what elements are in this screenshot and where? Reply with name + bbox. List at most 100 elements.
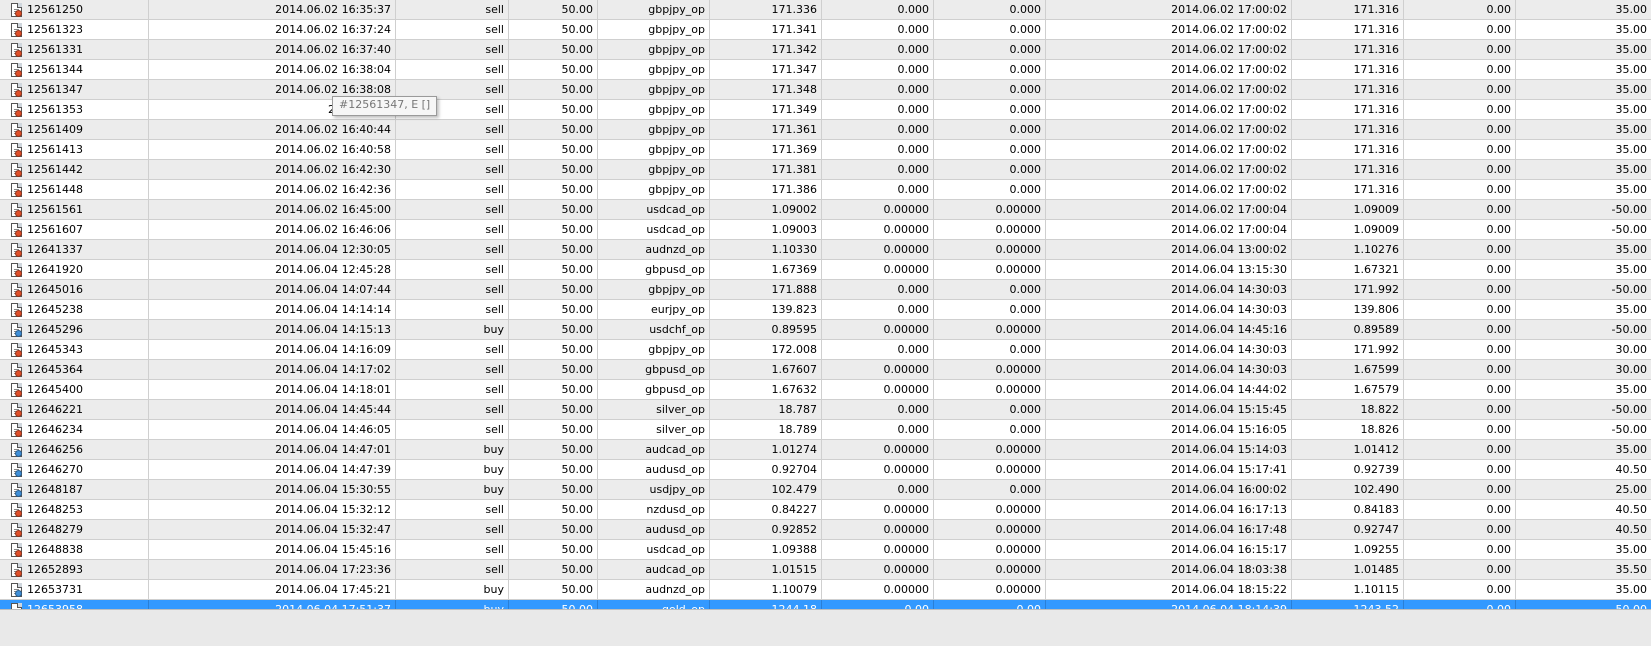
ticket-number: 12641920 [27,263,83,276]
take-profit-cell: 0.000 [934,80,1046,99]
table-row[interactable]: 12646270 2014.06.04 14:47:39 buy 50.00 audus… [0,460,1651,480]
profit-cell: -50.00 [1611,423,1647,436]
table-row[interactable]: 12561250 2014.06.02 16:35:37 sell 50.00 gbpj… [0,0,1651,20]
open-time-cell: 2014.06.04 14:16:09 [149,340,396,359]
ticket-number: 12648279 [27,523,83,536]
profit-cell: 35.00 [1615,303,1648,316]
commission-cell: 0.00 [1404,500,1516,519]
ticket-cell: 12645364 [0,360,149,379]
table-row[interactable]: 12646221 2014.06.04 14:45:44 sell 50.00 silv… [0,400,1651,420]
commission-cell: 0.00 [1404,540,1516,559]
ticket-number: 12646256 [27,443,83,456]
table-row[interactable]: 12561561 2014.06.02 16:45:00 sell 50.00 usdc… [0,200,1651,220]
close-time-cell: 2014.06.04 14:30:03 [1046,340,1292,359]
take-profit-cell: 0.00000 [934,540,1046,559]
size-cell: 50.00 [509,500,598,519]
type-cell: sell [396,340,509,359]
table-row[interactable]: 12561347 2014.06.02 16:38:08 sell 50.00 gbpj… [0,80,1651,100]
table-row[interactable]: 12648187 2014.06.04 15:30:55 buy 50.00 usdjp… [0,480,1651,500]
table-row[interactable]: 12645238 2014.06.04 14:14:14 sell 50.00 eurj… [0,300,1651,320]
take-profit-cell: 0.000 [934,0,1046,19]
table-row[interactable]: 12641920 2014.06.04 12:45:28 sell 50.00 gbpu… [0,260,1651,280]
symbol-cell: audcad_op [598,560,710,579]
ticket-cell: 12561353 [0,100,149,119]
table-row[interactable]: 12561448 2014.06.02 16:42:36 sell 50.00 gbpj… [0,180,1651,200]
type-cell: sell [396,0,509,19]
ticket-number: 12652893 [27,563,83,576]
size-cell: 50.00 [509,120,598,139]
table-row[interactable]: 12645364 2014.06.04 14:17:02 sell 50.00 gbpu… [0,360,1651,380]
table-row[interactable]: 12561442 2014.06.02 16:42:30 sell 50.00 gbpj… [0,160,1651,180]
table-row[interactable]: 12561331 2014.06.02 16:37:40 sell 50.00 gbpj… [0,40,1651,60]
table-row[interactable]: 12561409 2014.06.02 16:40:44 sell 50.00 gbpj… [0,120,1651,140]
open-price-cell: 1.09388 [710,540,822,559]
table-row[interactable]: 12561413 2014.06.02 16:40:58 sell 50.00 gbpj… [0,140,1651,160]
buy-order-icon [11,582,22,597]
table-row[interactable]: 12561344 2014.06.02 16:38:04 sell 50.00 gbpj… [0,60,1651,80]
table-row[interactable]: 12561323 2014.06.02 16:37:24 sell 50.00 gbpj… [0,20,1651,40]
open-time-cell: 2014.06.02 16:37:40 [149,40,396,59]
table-row[interactable]: 12652893 2014.06.04 17:23:36 sell 50.00 audc… [0,560,1651,580]
ticket-cell: 12645238 [0,300,149,319]
close-price-cell: 18.822 [1292,400,1404,419]
table-row[interactable]: 12641337 2014.06.04 12:30:05 sell 50.00 audn… [0,240,1651,260]
close-time-cell: 2014.06.04 16:17:13 [1046,500,1292,519]
commission-cell: 0.00 [1404,140,1516,159]
table-row[interactable]: 12648279 2014.06.04 15:32:47 sell 50.00 audu… [0,520,1651,540]
symbol-cell: usdchf_op [598,320,710,339]
profit-cell: -50.00 [1611,283,1647,296]
sell-order-icon [11,122,22,137]
size-cell: 50.00 [509,140,598,159]
table-row[interactable]: 12646256 2014.06.04 14:47:01 buy 50.00 audca… [0,440,1651,460]
table-row[interactable]: 12648838 2014.06.04 15:45:16 sell 50.00 usdc… [0,540,1651,560]
open-time-cell: 2014.06.04 15:32:12 [149,500,396,519]
ticket-cell: 12561250 [0,0,149,19]
table-row[interactable]: 12646234 2014.06.04 14:46:05 sell 50.00 silv… [0,420,1651,440]
sell-order-icon [11,382,22,397]
table-row[interactable]: 125613532014.06.02sell50.00gbpjpy_op171.… [0,100,1651,120]
size-cell: 50.00 [509,460,598,479]
close-time-cell: 2014.06.04 18:15:22 [1046,580,1292,599]
stop-loss-cell: 0.000 [822,0,934,19]
open-price-cell: 1.10079 [710,580,822,599]
close-price-cell: 171.316 [1292,80,1404,99]
profit-cell: -50.00 [1611,223,1647,236]
open-time-cell: 2014.06.04 14:15:13 [149,320,396,339]
profit-cell: 35.00 [1615,183,1648,196]
ticket-cell: 12648279 [0,520,149,539]
size-cell: 50.00 [509,520,598,539]
type-cell: sell [396,500,509,519]
profit-cell: 35.00 [1615,3,1648,16]
table-row[interactable]: 12648253 2014.06.04 15:32:12 sell 50.00 nzdu… [0,500,1651,520]
close-time-cell: 2014.06.02 17:00:02 [1046,160,1292,179]
ticket-number: 12561353 [27,103,83,116]
close-price-cell: 1.09255 [1292,540,1404,559]
table-row[interactable]: 12561607 2014.06.02 16:46:06 sell 50.00 usdc… [0,220,1651,240]
open-time-cell: 2014.06.04 15:32:47 [149,520,396,539]
type-cell: sell [396,140,509,159]
close-time-cell: 2014.06.04 16:17:48 [1046,520,1292,539]
ticket-cell: 12645016 [0,280,149,299]
stop-loss-cell: 0.000 [822,300,934,319]
table-row[interactable]: 12653731 2014.06.04 17:45:21 buy 50.00 audnz… [0,580,1651,600]
close-time-cell: 2014.06.02 17:00:04 [1046,200,1292,219]
size-cell: 50.00 [509,540,598,559]
table-row[interactable]: 12645296 2014.06.04 14:15:13 buy 50.00 usdch… [0,320,1651,340]
table-row[interactable]: 12645400 2014.06.04 14:18:01 sell 50.00 gbpu… [0,380,1651,400]
commission-cell: 0.00 [1404,220,1516,239]
ticket-number: 12648187 [27,483,83,496]
commission-cell: 0.00 [1404,400,1516,419]
sell-order-icon [11,502,22,517]
table-row[interactable]: 12645343 2014.06.04 14:16:09 sell 50.00 gbpj… [0,340,1651,360]
size-cell: 50.00 [509,100,598,119]
table-row[interactable]: 12645016 2014.06.04 14:07:44 sell 50.00 gbpj… [0,280,1651,300]
open-time-cell: 2014.06.02 16:46:06 [149,220,396,239]
symbol-cell: usdjpy_op [598,480,710,499]
ticket-cell: 12641337 [0,240,149,259]
profit-cell: 35.00 [1615,123,1648,136]
commission-cell: 0.00 [1404,560,1516,579]
type-cell: sell [396,300,509,319]
type-cell: buy [396,580,509,599]
size-cell: 50.00 [509,20,598,39]
profit-cell: 35.00 [1615,383,1648,396]
